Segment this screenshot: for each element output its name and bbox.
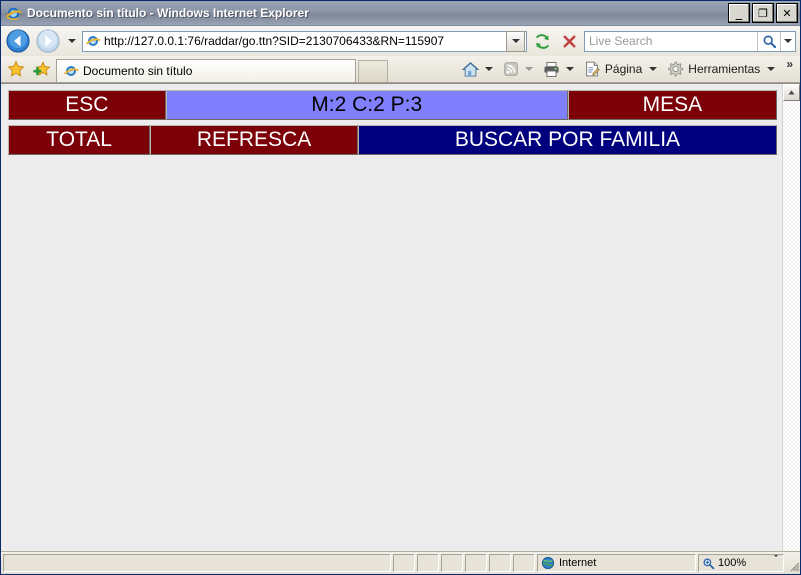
refresh-button[interactable] bbox=[530, 29, 554, 53]
tab-internet-explorer-icon bbox=[63, 63, 79, 79]
recent-pages-chevron-down-icon[interactable] bbox=[65, 28, 79, 54]
tab-documento-sin-titulo[interactable]: Documento sin título bbox=[56, 59, 356, 82]
scrollbar-track[interactable] bbox=[783, 101, 800, 551]
close-icon: ✕ bbox=[782, 6, 792, 20]
page-content: ESC M:2 C:2 P:3 MESA TOTAL REFRESCA BUSC… bbox=[1, 84, 782, 551]
browser-window: Documento sin título - Windows Internet … bbox=[0, 0, 801, 575]
address-input[interactable]: http://127.0.0.1:76/raddar/go.ttn?SID=21… bbox=[82, 30, 527, 52]
back-button[interactable] bbox=[5, 28, 32, 54]
search-box[interactable]: Live Search bbox=[584, 30, 796, 52]
refresca-button-label: REFRESCA bbox=[196, 128, 312, 151]
minimize-icon: _ bbox=[735, 6, 743, 21]
tab-bar: Documento sin título Página Herramientas… bbox=[1, 56, 800, 83]
status-pane-5 bbox=[489, 554, 511, 572]
internet-explorer-icon bbox=[5, 5, 22, 22]
address-dropdown-chevron-down-icon[interactable] bbox=[506, 30, 525, 52]
tools-menu-button[interactable]: Herramientas bbox=[664, 57, 780, 81]
window-controls: _ ❐ ✕ bbox=[728, 3, 798, 23]
maximize-button[interactable]: ❐ bbox=[752, 3, 774, 23]
minimize-button[interactable]: _ bbox=[728, 3, 750, 23]
security-zone-label: Internet bbox=[559, 557, 597, 569]
home-button[interactable] bbox=[459, 57, 498, 81]
title-bar: Documento sin título - Windows Internet … bbox=[1, 1, 800, 26]
scroll-up-button[interactable] bbox=[783, 84, 800, 101]
refresca-button[interactable]: REFRESCA bbox=[150, 125, 358, 155]
page-viewport: ESC M:2 C:2 P:3 MESA TOTAL REFRESCA BUSC… bbox=[1, 83, 800, 551]
status-pane-6 bbox=[513, 554, 535, 572]
total-button[interactable]: TOTAL bbox=[8, 125, 151, 155]
page-chevron-down-icon[interactable] bbox=[646, 67, 660, 71]
gear-icon bbox=[668, 61, 684, 77]
stop-button[interactable] bbox=[557, 29, 581, 53]
address-bar: http://127.0.0.1:76/raddar/go.ttn?SID=21… bbox=[1, 26, 800, 56]
address-input-value: http://127.0.0.1:76/raddar/go.ttn?SID=21… bbox=[104, 34, 445, 48]
rss-feed-icon bbox=[504, 62, 518, 76]
home-icon bbox=[461, 61, 480, 77]
printer-icon bbox=[544, 61, 559, 77]
status-pane-4 bbox=[465, 554, 487, 572]
resize-grip[interactable] bbox=[786, 554, 800, 572]
page-vertical-scrollbar[interactable] bbox=[782, 84, 800, 551]
tab-label: Documento sin título bbox=[83, 64, 193, 78]
total-button-label: TOTAL bbox=[46, 128, 112, 151]
status-pane-2 bbox=[417, 554, 439, 572]
close-button[interactable]: ✕ bbox=[776, 3, 798, 23]
add-to-favorites-star-plus-icon[interactable] bbox=[30, 57, 54, 81]
page-menu-label: Página bbox=[604, 62, 643, 76]
page-icon bbox=[586, 61, 600, 77]
print-chevron-down-icon[interactable] bbox=[563, 67, 577, 71]
esc-button-label: ESC bbox=[65, 93, 109, 116]
search-input-placeholder: Live Search bbox=[589, 34, 653, 48]
status-bar: Internet 100% bbox=[1, 551, 800, 574]
scroll-up-arrow-icon bbox=[788, 90, 795, 95]
status-panel-label: M:2 C:2 P:3 bbox=[311, 93, 423, 116]
search-icon[interactable] bbox=[757, 31, 780, 51]
page-menu-button[interactable]: Página bbox=[581, 57, 662, 81]
feeds-chevron-down-icon[interactable] bbox=[522, 67, 536, 71]
button-row-bottom: TOTAL REFRESCA BUSCAR POR FAMILIA bbox=[8, 125, 777, 155]
tools-menu-label: Herramientas bbox=[688, 62, 761, 76]
forward-button[interactable] bbox=[35, 28, 62, 54]
window-title: Documento sin título - Windows Internet … bbox=[27, 6, 309, 20]
zoom-level-label: 100% bbox=[718, 557, 747, 569]
tools-chevron-down-icon[interactable] bbox=[764, 67, 778, 71]
feeds-button[interactable] bbox=[500, 57, 538, 81]
security-zone-indicator[interactable]: Internet bbox=[537, 554, 696, 572]
maximize-icon: ❐ bbox=[758, 6, 768, 20]
status-pane-1 bbox=[393, 554, 415, 572]
button-row-top: ESC M:2 C:2 P:3 MESA bbox=[8, 90, 777, 120]
mesa-button[interactable]: MESA bbox=[567, 90, 777, 120]
search-provider-chevron-down-icon[interactable] bbox=[780, 31, 795, 51]
globe-icon bbox=[541, 556, 555, 570]
status-pane-3 bbox=[441, 554, 463, 572]
buscar-por-familia-button[interactable]: BUSCAR POR FAMILIA bbox=[357, 125, 777, 155]
resize-grip-icon bbox=[790, 562, 800, 572]
mesa-button-label: MESA bbox=[642, 93, 703, 116]
esc-button[interactable]: ESC bbox=[8, 90, 166, 120]
print-button[interactable] bbox=[540, 57, 579, 81]
zoom-magnifier-icon bbox=[703, 558, 715, 569]
home-chevron-down-icon[interactable] bbox=[482, 67, 496, 71]
buscar-por-familia-button-label: BUSCAR POR FAMILIA bbox=[454, 128, 681, 151]
favorites-center-star-icon[interactable] bbox=[4, 57, 28, 81]
status-message bbox=[3, 554, 391, 572]
page-favicon-internet-explorer-icon bbox=[85, 33, 101, 49]
zoom-chevron-down-icon[interactable] bbox=[772, 555, 780, 569]
status-panel: M:2 C:2 P:3 bbox=[165, 90, 568, 120]
command-bar-overflow-button[interactable]: » bbox=[782, 57, 797, 71]
new-tab-button[interactable] bbox=[358, 60, 388, 82]
zoom-control[interactable]: 100% bbox=[698, 554, 784, 572]
